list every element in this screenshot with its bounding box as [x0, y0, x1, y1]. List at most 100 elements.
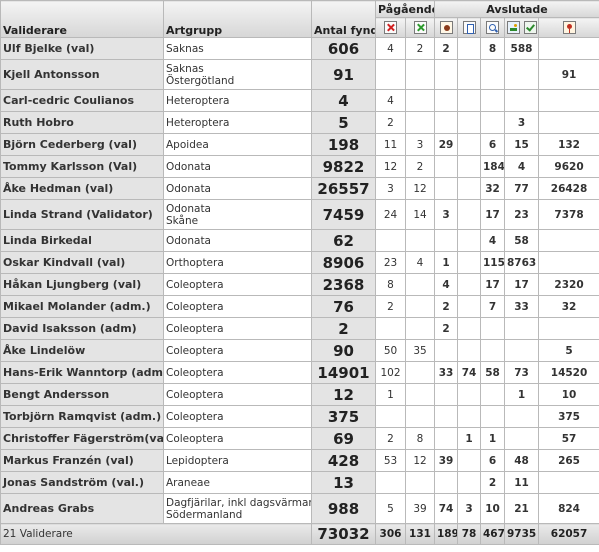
validator-name[interactable]: Åke Lindelöw: [0, 339, 164, 362]
finds-count: 2: [311, 317, 376, 340]
validator-name[interactable]: Kjell Antonsson: [0, 59, 164, 90]
status-count: 4: [480, 229, 505, 252]
species-group: Coleoptera: [163, 295, 312, 318]
table-row[interactable]: Bengt Andersson Coleoptera 12 1 1 10: [0, 383, 599, 406]
table-row[interactable]: Ulf Bjelke (val) Saknas 606 4 2 2 8 588: [0, 37, 599, 60]
status-count: [405, 111, 435, 134]
validator-name[interactable]: Christoffer Fägerström(val): [0, 427, 164, 450]
status-count: 265: [537, 449, 599, 472]
x-green-icon: [413, 21, 427, 35]
magnifier-icon: [486, 21, 499, 35]
table-row[interactable]: Håkan Ljungberg (val) Coleoptera 2368 8 4 17 1…: [0, 273, 599, 296]
validator-name[interactable]: Hans-Erik Wanntorp (adm): [0, 361, 164, 384]
status-count: 2: [375, 427, 406, 450]
validator-name[interactable]: Björn Cederberg (val): [0, 133, 164, 156]
footer-count: 306: [375, 523, 406, 545]
status-count: [457, 383, 481, 406]
status-count: 1: [457, 427, 481, 450]
status-count: [457, 155, 481, 178]
column-document[interactable]: [457, 17, 481, 38]
status-count: 23: [375, 251, 406, 274]
status-count: 7: [480, 295, 505, 318]
status-count: 3: [405, 133, 435, 156]
species-group: Odonata Skåne: [163, 199, 312, 230]
validator-name[interactable]: Carl-cedric Coulianos: [0, 89, 164, 112]
table-row[interactable]: Mikael Molander (adm.) Coleoptera 76 2 2 7 33 3…: [0, 295, 599, 318]
validator-name[interactable]: David Isaksson (adm): [0, 317, 164, 340]
table-row[interactable]: Oskar Kindvall (val) Orthoptera 8906 23 4 1 11…: [0, 251, 599, 274]
table-row[interactable]: Christoffer Fägerström(val) Coleoptera 69 2…: [0, 427, 599, 450]
status-count: 375: [537, 405, 599, 428]
table-row[interactable]: David Isaksson (adm) Coleoptera 2 2: [0, 317, 599, 340]
table-row[interactable]: Markus Franzén (val) Lepidoptera 428 53 12 39…: [0, 449, 599, 472]
table-row[interactable]: Kjell Antonsson Saknas Östergötland 91 91: [0, 59, 599, 90]
status-count: 33: [504, 295, 539, 318]
table-row[interactable]: Tommy Karlsson (Val) Odonata 9822 12 2 184 4 96…: [0, 155, 599, 178]
validator-name[interactable]: Markus Franzén (val): [0, 449, 164, 472]
status-count: 3: [457, 493, 481, 524]
species-group: Coleoptera: [163, 339, 312, 362]
validator-name[interactable]: Ruth Hobro: [0, 111, 164, 134]
status-count: [504, 405, 539, 428]
validator-name[interactable]: Linda Strand (Validator): [0, 199, 164, 230]
status-count: [537, 471, 599, 494]
status-count: 588: [504, 37, 539, 60]
table-row[interactable]: Linda Strand (Validator) Odonata Skåne 7459…: [0, 199, 599, 230]
status-count: 57: [537, 427, 599, 450]
column-x-red[interactable]: [375, 17, 406, 38]
validator-name[interactable]: Jonas Sandström (val.): [0, 471, 164, 494]
status-count: [405, 89, 435, 112]
table-row[interactable]: Carl-cedric Coulianos Heteroptera 4 4: [0, 89, 599, 112]
table-row[interactable]: Linda Birkedal Odonata 62 4 58: [0, 229, 599, 252]
validator-name[interactable]: Torbjörn Ramqvist (adm.): [0, 405, 164, 428]
status-count: [480, 59, 505, 90]
validator-name[interactable]: Linda Birkedal: [0, 229, 164, 252]
header-artgrupp[interactable]: Artgrupp: [163, 0, 312, 38]
table-row[interactable]: Åke Lindelöw Coleoptera 90 50 35 5: [0, 339, 599, 362]
table-row[interactable]: Torbjörn Ramqvist (adm.) Coleoptera 375 375: [0, 405, 599, 428]
status-count: [434, 155, 458, 178]
status-count: 14: [405, 199, 435, 230]
status-count: 6: [480, 449, 505, 472]
validator-name[interactable]: Åke Hedman (val): [0, 177, 164, 200]
status-count: 2: [434, 317, 458, 340]
validator-name[interactable]: Andreas Grabs: [0, 493, 164, 524]
status-count: 2320: [537, 273, 599, 296]
header-pagaende: Pågående: [375, 0, 435, 18]
validator-name[interactable]: Oskar Kindvall (val): [0, 251, 164, 274]
status-count: [457, 339, 481, 362]
column-magnifier[interactable]: [480, 17, 505, 38]
status-count: 1: [504, 383, 539, 406]
status-count: [457, 251, 481, 274]
finds-count: 26557: [311, 177, 376, 200]
table-row[interactable]: Ruth Hobro Heteroptera 5 2 3: [0, 111, 599, 134]
header-validerare[interactable]: Validerare: [0, 0, 164, 38]
column-bug[interactable]: [434, 17, 458, 38]
status-count: 2: [375, 295, 406, 318]
status-count: 132: [537, 133, 599, 156]
table-row[interactable]: Björn Cederberg (val) Apoidea 198 11 3 29 6 15 1…: [0, 133, 599, 156]
status-count: 2: [375, 111, 406, 134]
validator-name[interactable]: Bengt Andersson: [0, 383, 164, 406]
status-count: [405, 317, 435, 340]
column-x-green[interactable]: [405, 17, 435, 38]
status-count: [375, 59, 406, 90]
status-count: 184: [480, 155, 505, 178]
validator-name[interactable]: Tommy Karlsson (Val): [0, 155, 164, 178]
validator-name[interactable]: Mikael Molander (adm.): [0, 295, 164, 318]
table-body: Ulf Bjelke (val) Saknas 606 4 2 2 8 588 Kjell An…: [0, 37, 599, 524]
column-award[interactable]: [537, 17, 599, 38]
validator-name[interactable]: Håkan Ljungberg (val): [0, 273, 164, 296]
species-group: Odonata: [163, 177, 312, 200]
column-image[interactable]: [504, 17, 539, 38]
status-count: 58: [504, 229, 539, 252]
status-count: 48: [504, 449, 539, 472]
header-antal-fynd[interactable]: Antal fynd: [311, 0, 376, 38]
status-count: 9620: [537, 155, 599, 178]
validator-name[interactable]: Ulf Bjelke (val): [0, 37, 164, 60]
table-row[interactable]: Hans-Erik Wanntorp (adm) Coleoptera 14901 1…: [0, 361, 599, 384]
table-row[interactable]: Jonas Sandström (val.) Araneae 13 2 11: [0, 471, 599, 494]
table-row[interactable]: Andreas Grabs Dagfjärilar, inkl dagsvärma…: [0, 493, 599, 524]
footer-label: 21 Validerare: [0, 523, 312, 545]
table-row[interactable]: Åke Hedman (val) Odonata 26557 3 12 32 77 26428: [0, 177, 599, 200]
